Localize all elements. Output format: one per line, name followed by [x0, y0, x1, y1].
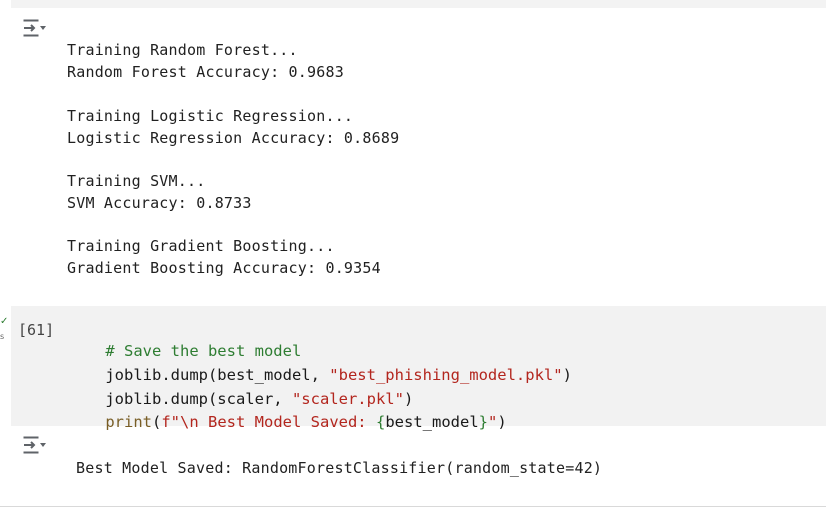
code-variable: best_model	[385, 413, 479, 431]
output-line: Gradient Boosting Accuracy: 0.9354	[67, 259, 381, 277]
output-line: Training Gradient Boosting...	[67, 237, 335, 255]
output-line: Best Model Saved: RandomForestClassifier…	[76, 459, 603, 477]
notebook-page: Training Random Forest... Random Forest …	[0, 0, 826, 510]
output-line: Training Random Forest...	[67, 41, 298, 59]
output-line: Training SVM...	[67, 172, 206, 190]
code-string: "	[488, 413, 498, 431]
execution-count[interactable]: [61]	[18, 319, 54, 341]
code-line[interactable]: print(f"\n Best Model Saved: {best_model…	[68, 389, 507, 455]
previous-cell-strip	[11, 0, 826, 8]
code-brace: }	[478, 413, 488, 431]
code-text: )	[562, 366, 572, 384]
cell-divider	[0, 506, 826, 507]
code-brace: {	[375, 413, 386, 431]
output-line: Logistic Regression Accuracy: 0.8689	[67, 129, 400, 147]
output-line: Random Forest Accuracy: 0.9683	[67, 63, 344, 81]
check-icon: ✓	[0, 316, 9, 327]
code-text: (	[152, 413, 162, 431]
code-string: f"\n Best Model Saved:	[161, 413, 376, 431]
code-text: )	[497, 413, 507, 431]
output-toggle-icon[interactable]	[22, 18, 50, 40]
output-line: SVM Accuracy: 0.8733	[67, 194, 252, 212]
execution-time: s	[0, 332, 5, 341]
output-toggle-icon[interactable]	[22, 435, 50, 457]
output-line: Training Logistic Regression...	[67, 107, 354, 125]
code-builtin: print	[105, 413, 152, 431]
